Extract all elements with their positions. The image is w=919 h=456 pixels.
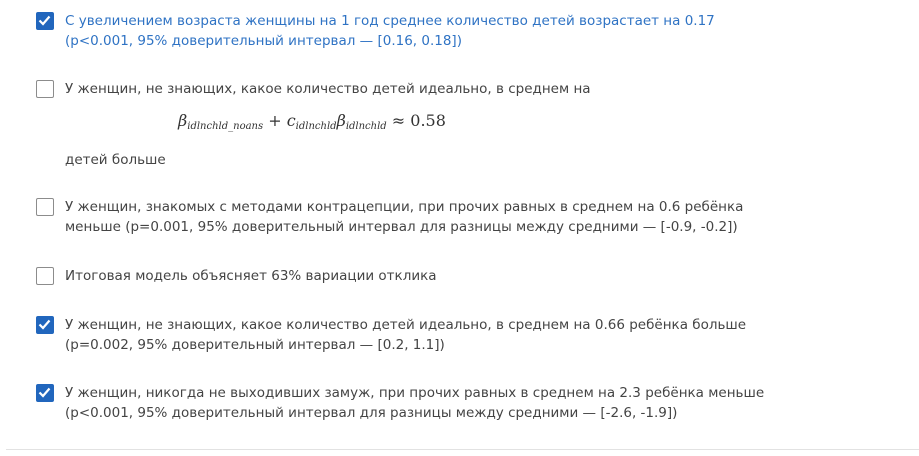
divider [6,449,919,450]
option-5-label: У женщин, не знающих, какое количество д… [65,317,747,353]
option-5[interactable]: У женщин, не знающих, какое количество д… [36,315,907,355]
formula-approx: ≈ 0.58 [386,111,446,130]
formula-beta: β [178,111,188,130]
option-2-label: У женщин, не знающих, какое количество д… [65,81,591,97]
checkmark-icon [38,15,51,26]
option-1-label: С увеличением возраста женщины на 1 год … [65,13,715,49]
formula-subscript: idlnchld [345,121,387,132]
option-2-continuation: детей больше [65,152,166,168]
formula-subscript: idlnchld_noans [187,121,264,132]
option-6-label: У женщин, никогда не выходивших замуж, п… [65,385,765,421]
checkbox-3[interactable] [36,198,54,216]
formula-plus: + [263,111,287,130]
checkbox-5[interactable] [36,316,54,334]
option-3-label: У женщин, знакомых с методами контрацепц… [65,199,744,235]
option-1[interactable]: С увеличением возраста женщины на 1 год … [36,11,907,51]
option-6[interactable]: У женщин, никогда не выходивших замуж, п… [36,383,907,423]
checkbox-1[interactable] [36,12,54,30]
formula-c: c [286,111,296,130]
checkbox-2[interactable] [36,80,54,98]
option-4-label: Итоговая модель объясняет 63% вариации о… [65,268,437,284]
checkmark-icon [38,387,51,398]
formula-subscript: idlnchld [295,121,337,132]
checkmark-icon [38,319,51,330]
option-3[interactable]: У женщин, знакомых с методами контрацепц… [36,197,907,237]
checkbox-4[interactable] [36,267,54,285]
checkbox-6[interactable] [36,384,54,402]
formula-beta: β [336,111,346,130]
option-2[interactable]: У женщин, не знающих, какое количество д… [36,79,907,99]
option-4[interactable]: Итоговая модель объясняет 63% вариации о… [36,266,907,286]
formula: βidlnchld_noans + cidlnchldβidlnchld ≈ 0… [178,111,446,132]
